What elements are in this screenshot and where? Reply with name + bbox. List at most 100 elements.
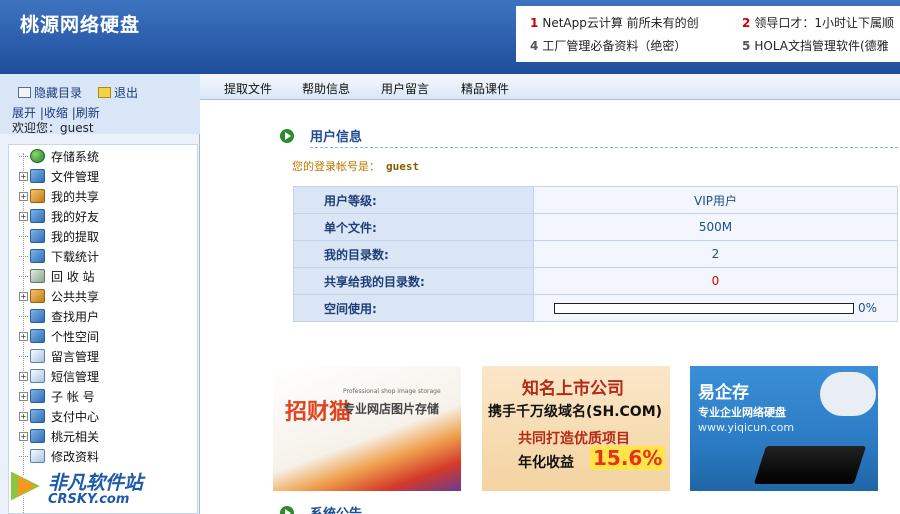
personal-space-icon xyxy=(30,329,45,343)
ad-text: HOLA文挡管理软件(德雅 xyxy=(754,39,889,53)
tree-connector xyxy=(19,235,28,237)
row-key: 空间使用: xyxy=(293,294,534,322)
exit-link[interactable]: 退出 xyxy=(98,84,138,101)
row-value: 0 xyxy=(533,267,898,295)
top-navigation: 提取文件 帮助信息 用户留言 精品课件 xyxy=(200,74,900,100)
tree-item-taoyuan-related[interactable]: + 桃元相关 xyxy=(19,427,99,445)
expand-plus-icon[interactable]: + xyxy=(19,331,28,341)
tree-item-public-share[interactable]: + 公共共享 xyxy=(19,287,99,305)
tree-item-download-stats[interactable]: 下载统计 xyxy=(19,247,99,265)
ad-text: 工厂管理必备资料（绝密） xyxy=(542,39,687,53)
tree-item-search-user[interactable]: 查找用户 xyxy=(19,307,99,325)
nav-premium-courseware[interactable]: 精品课件 xyxy=(461,80,509,97)
expand-plus-icon[interactable]: + xyxy=(19,391,28,401)
ad-banner-zhaocaimao[interactable]: 招财猫 Professional shop image storage 专业网店… xyxy=(273,366,461,491)
table-row: 我的目录数: 2 xyxy=(293,240,898,268)
recycle-bin-icon xyxy=(30,269,45,283)
user-info-header: 用户信息 xyxy=(280,126,362,145)
ad-link-2[interactable]: 2 领导口才：1小时让下属顺 xyxy=(742,14,900,31)
login-account-line: 您的登录帐号是： guest xyxy=(292,158,419,174)
banner-rate: 15.6% xyxy=(590,446,666,470)
nav-extract-file[interactable]: 提取文件 xyxy=(224,80,272,97)
ad-text: 领导口才：1小时让下属顺 xyxy=(754,16,894,30)
tree-item-recycle-bin[interactable]: 回 收 站 xyxy=(19,267,95,285)
ad-link-1[interactable]: 1 NetApp云计算 前所未有的创 xyxy=(530,14,730,31)
tree-item-my-extract[interactable]: 我的提取 xyxy=(19,227,99,245)
tree-item-file-management[interactable]: + 文件管理 xyxy=(19,167,99,185)
expand-plus-icon[interactable]: + xyxy=(19,191,28,201)
expand-plus-icon[interactable]: + xyxy=(19,171,28,181)
expand-plus-icon[interactable]: + xyxy=(19,211,28,221)
tree-item-label: 桃元相关 xyxy=(51,429,100,444)
ad-banner-domain[interactable]: 知名上市公司 携手千万级域名(SH.COM) 共同打造优质项目 年化收益 15.… xyxy=(482,366,670,491)
tree-item-label: 短信管理 xyxy=(51,369,100,384)
crsky-watermark-logo: 非凡软件站 CRSKY.com xyxy=(0,458,170,514)
nav-user-messages[interactable]: 用户留言 xyxy=(381,80,429,97)
sub-account-icon xyxy=(30,389,45,403)
tree-connector xyxy=(19,315,28,317)
tree-item-label: 回 收 站 xyxy=(51,269,95,284)
folder-icon xyxy=(30,169,45,183)
row-value: VIP用户 xyxy=(533,186,898,214)
watermark-cn: 非凡软件站 xyxy=(48,472,144,494)
app-title: 桃源网络硬盘 xyxy=(20,14,141,36)
tree-item-storage-system[interactable]: 存储系统 xyxy=(19,147,99,165)
ad-link-5[interactable]: 5 HOLA文挡管理软件(德雅 xyxy=(742,37,900,54)
tree-item-sub-account[interactable]: + 子 帐 号 xyxy=(19,387,95,405)
table-row: 空间使用: 0% xyxy=(293,294,898,322)
space-usage-progress-bar xyxy=(554,302,854,314)
banner-url: www.yiqicun.com xyxy=(698,421,795,434)
nav-help-info[interactable]: 帮助信息 xyxy=(302,80,350,97)
tree-item-message-management[interactable]: 留言管理 xyxy=(19,347,99,365)
table-row: 单个文件: 500M xyxy=(293,213,898,241)
sidebar: 隐藏目录 退出 展开 |收缩 |刷新 欢迎您：guest 存储系统 + 文件管理… xyxy=(0,74,200,514)
space-usage-percent: 0% xyxy=(858,301,878,315)
tree-item-label: 个性空间 xyxy=(51,329,100,344)
tree-item-my-friends[interactable]: + 我的好友 xyxy=(19,207,99,225)
share-people-icon xyxy=(30,189,45,203)
globe-icon xyxy=(30,149,45,163)
row-key: 单个文件: xyxy=(293,213,534,241)
space-usage: 0% xyxy=(534,301,897,315)
tree-connector xyxy=(19,455,28,457)
user-info-table: 用户等级: VIP用户 单个文件: 500M 我的目录数: 2 共享给我的目录数… xyxy=(293,186,898,322)
tree-item-my-share[interactable]: + 我的共享 xyxy=(19,187,99,205)
app-header: 桃源网络硬盘 1 NetApp云计算 前所未有的创 2 领导口才：1小时让下属顺 4… xyxy=(0,0,900,74)
banner-subtitle: 专业企业网络硬盘 xyxy=(698,406,786,419)
row-key: 用户等级: xyxy=(293,186,534,214)
hide-directory-icon xyxy=(18,87,31,98)
tree-item-label: 支付中心 xyxy=(51,409,100,424)
crsky-logo-icon xyxy=(9,468,45,504)
banner-headline: 知名上市公司 xyxy=(522,379,624,399)
expand-link[interactable]: 展开 xyxy=(12,106,36,120)
ad-number: 4 xyxy=(530,39,539,53)
tree-item-label: 文件管理 xyxy=(51,169,100,184)
expand-plus-icon[interactable]: + xyxy=(19,411,28,421)
tree-item-personal-space[interactable]: + 个性空间 xyxy=(19,327,99,345)
watermark-en: CRSKY.com xyxy=(48,492,130,507)
tree-item-label: 我的好友 xyxy=(51,209,100,224)
expand-plus-icon[interactable]: + xyxy=(19,431,28,441)
tree-connector xyxy=(19,255,28,257)
collapse-link[interactable]: |收缩 xyxy=(40,106,68,120)
exit-icon xyxy=(98,87,111,98)
tree-item-label: 子 帐 号 xyxy=(51,389,95,404)
header-ad-box: 1 NetApp云计算 前所未有的创 2 领导口才：1小时让下属顺 4 工厂管理必备资… xyxy=(516,6,900,62)
hide-directory-link[interactable]: 隐藏目录 xyxy=(18,84,82,101)
table-row: 用户等级: VIP用户 xyxy=(293,186,898,214)
tree-item-sms-management[interactable]: + 短信管理 xyxy=(19,367,99,385)
refresh-link[interactable]: |刷新 xyxy=(72,106,100,120)
download-stats-icon xyxy=(30,249,45,263)
expand-plus-icon[interactable]: + xyxy=(19,371,28,381)
ad-banner-yiqicun[interactable]: 易企存 专业企业网络硬盘 www.yiqicun.com xyxy=(690,366,878,491)
search-user-icon xyxy=(30,309,45,323)
system-notice-header: 系统公告 xyxy=(280,503,362,514)
row-key: 我的目录数: xyxy=(293,240,534,268)
tree-connector xyxy=(19,355,28,357)
expand-plus-icon[interactable]: + xyxy=(19,291,28,301)
tree-item-label: 我的共享 xyxy=(51,189,100,204)
tree-item-payment-center[interactable]: + 支付中心 xyxy=(19,407,99,425)
row-value: 2 xyxy=(533,240,898,268)
ad-link-4[interactable]: 4 工厂管理必备资料（绝密） xyxy=(530,37,730,54)
tree-item-label: 我的提取 xyxy=(51,229,100,244)
